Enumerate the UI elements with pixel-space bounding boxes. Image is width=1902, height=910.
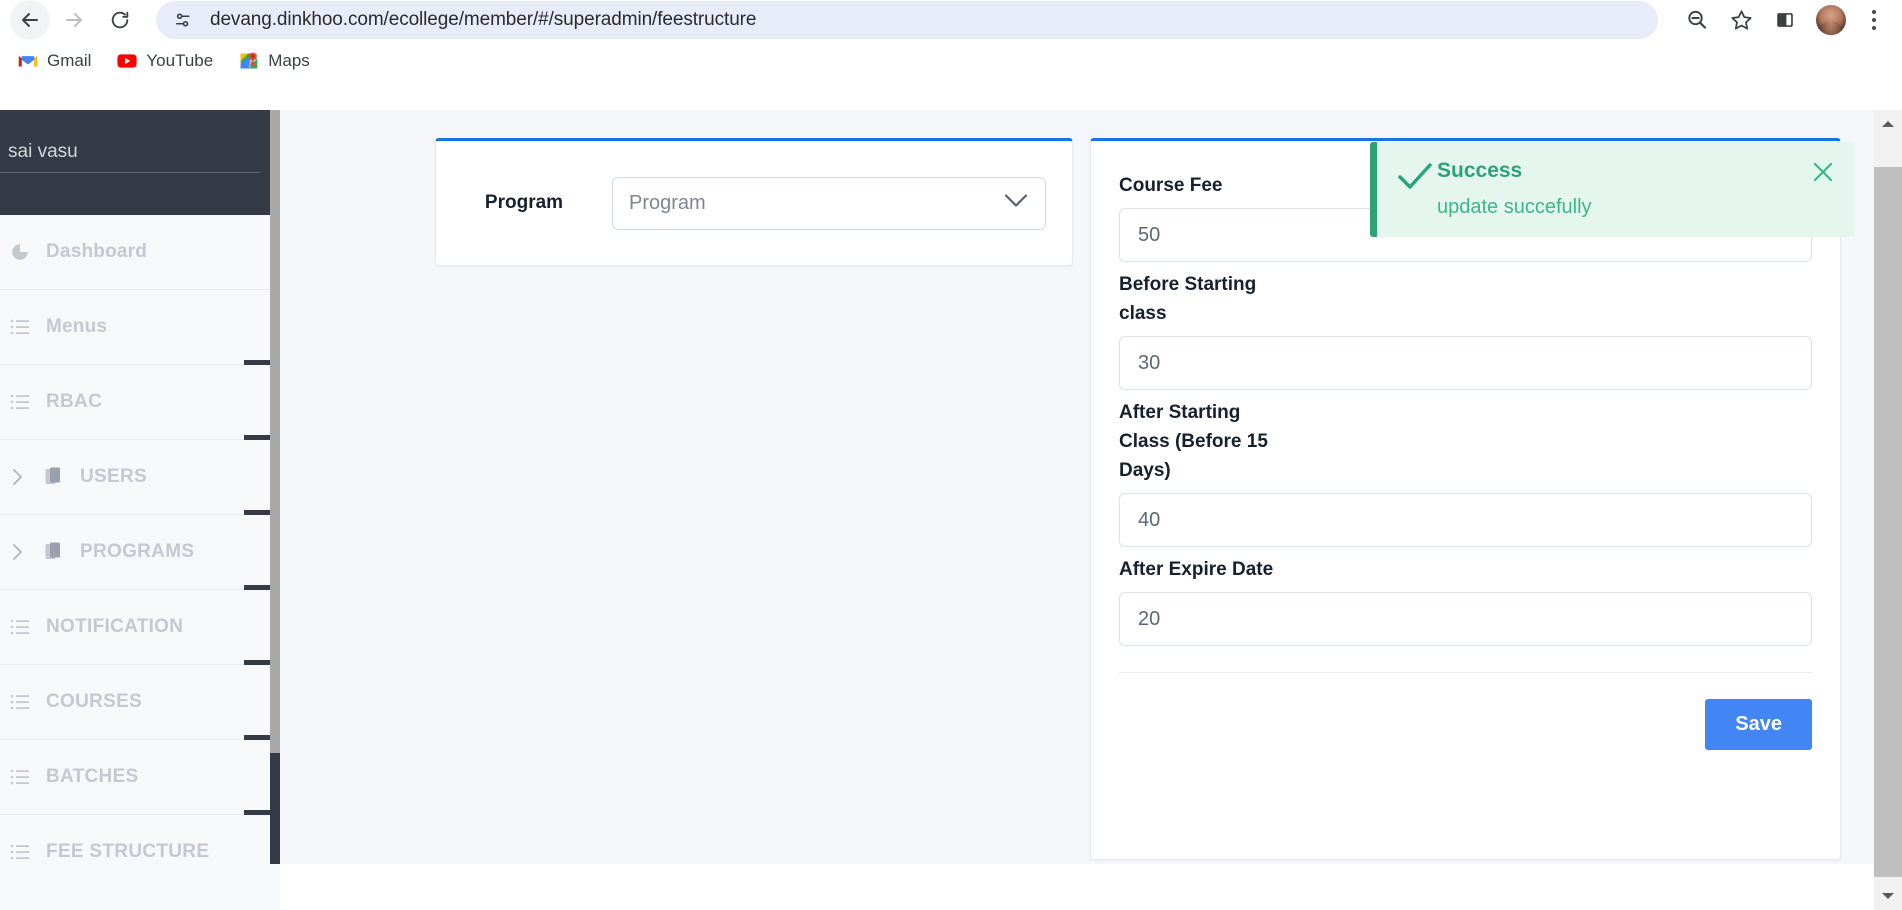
sidebar-username: sai vasu <box>8 140 78 162</box>
check-icon <box>1395 158 1437 199</box>
before-starting-class-input[interactable]: 30 <box>1119 336 1812 390</box>
list-icon <box>8 319 32 335</box>
card-footer: Save <box>1119 673 1812 750</box>
address-bar-url: devang.dinkhoo.com/ecollege/member/#/sup… <box>210 9 757 30</box>
sidebar-header-spacer <box>0 193 278 215</box>
page-scrollbar[interactable] <box>1874 110 1902 910</box>
page-scrollbar-thumb[interactable] <box>1874 167 1902 877</box>
sidebar-item-label: COURSES <box>46 691 143 712</box>
site-settings-icon[interactable] <box>170 7 196 33</box>
scroll-down-arrow-icon[interactable] <box>1874 882 1902 910</box>
program-select[interactable]: Program <box>612 176 1046 230</box>
list-icon <box>8 694 32 710</box>
list-icon <box>8 769 32 785</box>
field-label: Before Starting class <box>1119 274 1257 324</box>
list-icon <box>8 619 32 635</box>
sidebar-item-menus[interactable]: Menus <box>0 290 278 366</box>
list-icon <box>8 844 32 860</box>
bookmark-maps[interactable]: Maps <box>229 46 320 76</box>
page-bottom-filler <box>280 864 1874 910</box>
toast-message: update succefully <box>1437 196 1592 218</box>
forward-button[interactable] <box>52 0 96 40</box>
bookmark-star-icon[interactable] <box>1720 1 1762 39</box>
copy-files-icon <box>42 542 66 562</box>
bookmark-label: Maps <box>268 51 310 70</box>
field-label: Course Fee <box>1119 175 1223 196</box>
reload-button[interactable] <box>98 0 142 40</box>
sidebar-item-fee-structure[interactable]: FEE STRUCTURE <box>0 815 278 864</box>
pie-chart-icon <box>8 242 32 262</box>
bookmarks-bar: Gmail YouTube Maps <box>0 40 1902 82</box>
bookmark-youtube[interactable]: YouTube <box>107 46 223 76</box>
sidebar-item-label: USERS <box>80 466 147 487</box>
sidebar-item-dashboard[interactable]: Dashboard <box>0 215 278 290</box>
success-toast: Success update succefully <box>1370 142 1855 237</box>
reload-icon <box>111 11 129 29</box>
gmail-icon <box>18 51 38 71</box>
field-after-starting-class: After Starting Class (Before 15 Days) 40 <box>1119 398 1812 547</box>
google-maps-icon <box>239 51 259 71</box>
chevron-down-icon <box>1003 193 1029 214</box>
sidebar: sai vasu Dashboard Menus RBAC USERS PROG… <box>0 110 278 864</box>
sidebar-item-users[interactable]: USERS <box>0 440 278 516</box>
sidebar-item-label: FEE STRUCTURE <box>46 841 210 862</box>
chevron-right-icon <box>8 543 28 561</box>
close-icon[interactable] <box>1811 158 1841 189</box>
bookmark-gmail[interactable]: Gmail <box>8 46 101 76</box>
sidebar-item-label: BATCHES <box>46 766 139 787</box>
program-card: Program Program <box>435 138 1073 266</box>
three-dot-menu-icon[interactable] <box>1856 1 1892 39</box>
save-button[interactable]: Save <box>1705 699 1812 750</box>
profile-avatar[interactable] <box>1816 5 1846 35</box>
bookmark-label: YouTube <box>146 51 214 70</box>
sidebar-rail-dark <box>270 753 280 864</box>
back-button[interactable] <box>10 0 50 40</box>
sidebar-item-programs[interactable]: PROGRAMS <box>0 515 278 591</box>
after-starting-class-input[interactable]: 40 <box>1119 493 1812 547</box>
toolbar-actions <box>1676 1 1892 39</box>
sidebar-item-label: RBAC <box>46 391 103 412</box>
toast-body: Success update succefully <box>1437 158 1811 219</box>
address-bar[interactable]: devang.dinkhoo.com/ecollege/member/#/sup… <box>156 1 1658 39</box>
browser-toolbar: devang.dinkhoo.com/ecollege/member/#/sup… <box>0 0 1902 40</box>
arrow-left-icon <box>22 13 38 27</box>
copy-files-icon <box>42 467 66 487</box>
arrow-right-icon <box>66 13 82 27</box>
field-label: After Expire Date <box>1119 559 1274 580</box>
sidebar-user-header[interactable]: sai vasu <box>0 110 278 193</box>
sidebar-item-notification[interactable]: NOTIFICATION <box>0 590 278 666</box>
fee-structure-card: Course Fee 50 Before Starting class 30 A… <box>1090 138 1841 860</box>
sidebar-item-courses[interactable]: COURSES <box>0 665 278 741</box>
sidebar-item-label: Menus <box>46 316 108 337</box>
field-after-expire-date: After Expire Date 20 <box>1119 555 1812 646</box>
list-icon <box>8 394 32 410</box>
page-viewport: sai vasu Dashboard Menus RBAC USERS PROG… <box>0 110 1902 910</box>
sidebar-scrollbar-thumb[interactable] <box>270 110 280 753</box>
bookmark-label: Gmail <box>47 51 92 70</box>
sidebar-item-label: NOTIFICATION <box>46 616 184 637</box>
sidebar-item-batches[interactable]: BATCHES <box>0 740 278 816</box>
field-label: After Starting Class (Before 15 Days) <box>1119 402 1268 481</box>
program-select-value: Program <box>629 191 706 214</box>
app-root: sai vasu Dashboard Menus RBAC USERS PROG… <box>0 110 1874 864</box>
program-label: Program <box>484 192 564 213</box>
sidebar-item-label: Dashboard <box>46 241 148 262</box>
sidebar-item-label: PROGRAMS <box>80 541 195 562</box>
scroll-up-arrow-icon[interactable] <box>1874 110 1902 138</box>
after-expire-date-input[interactable]: 20 <box>1119 592 1812 646</box>
main-content: Program Program Course Fee 50 Before Sta… <box>280 110 1874 864</box>
sidebar-item-rbac[interactable]: RBAC <box>0 365 278 441</box>
toast-title: Success <box>1437 159 1523 182</box>
side-panel-icon[interactable] <box>1764 1 1806 39</box>
youtube-icon <box>117 51 137 71</box>
chevron-right-icon <box>8 468 28 486</box>
page-bottom-left-filler <box>0 864 280 910</box>
field-before-starting-class: Before Starting class 30 <box>1119 270 1812 390</box>
zoom-out-icon[interactable] <box>1676 1 1718 39</box>
